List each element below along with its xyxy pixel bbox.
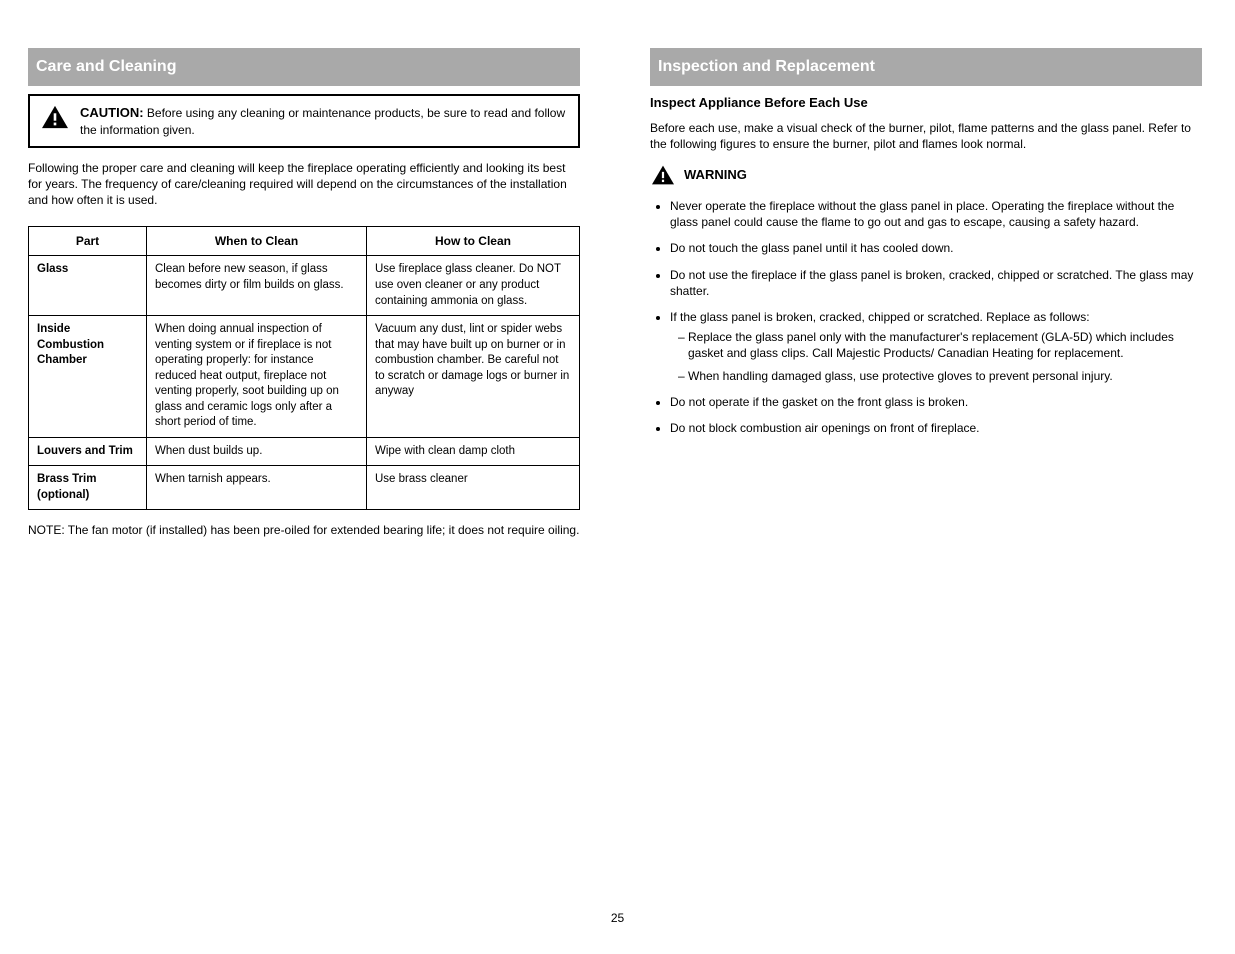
right-column: Inspection and Replacement Inspect Appli… [650, 48, 1202, 538]
fan-note: NOTE: The fan motor (if installed) has b… [28, 522, 580, 538]
caution-icon [40, 104, 70, 130]
section-title-left: Care and Cleaning [28, 48, 580, 86]
sub-bullet-list: Replace the glass panel only with the ma… [670, 329, 1202, 384]
care-intro: Following the proper care and cleaning w… [28, 160, 580, 209]
care-cleaning-table: Part When to Clean How to Clean Glass Cl… [28, 226, 580, 510]
warning-inline: WARNING [650, 164, 747, 186]
warning-label: WARNING [684, 166, 747, 184]
caution-text: CAUTION: Before using any cleaning or ma… [80, 104, 568, 138]
table-row: Inside Combustion Chamber When doing ann… [29, 316, 580, 438]
caution-label: CAUTION: [80, 105, 144, 120]
th-part: Part [29, 227, 147, 256]
cell-when: Clean before new season, if glass become… [147, 256, 367, 316]
table-row: Brass Trim (optional) When tarnish appea… [29, 466, 580, 510]
caution-body: Before using any cleaning or maintenance… [80, 106, 565, 137]
inspect-para: Before each use, make a visual check of … [650, 120, 1202, 152]
th-how: How to Clean [367, 227, 580, 256]
list-item: Do not use the fireplace if the glass pa… [670, 267, 1202, 299]
cell-when: When tarnish appears. [147, 466, 367, 510]
left-column: Care and Cleaning CAUTION: Before using … [28, 48, 580, 538]
section-title-right: Inspection and Replacement [650, 48, 1202, 86]
cell-when: When dust builds up. [147, 437, 367, 466]
list-item: Do not operate if the gasket on the fron… [670, 394, 1202, 410]
list-item: Never operate the fireplace without the … [670, 198, 1202, 230]
list-item: Do not block combustion air openings on … [670, 420, 1202, 436]
cell-when: When doing annual inspection of venting … [147, 316, 367, 438]
cell-how: Use brass cleaner [367, 466, 580, 510]
table-row: Louvers and Trim When dust builds up. Wi… [29, 437, 580, 466]
caution-box: CAUTION: Before using any cleaning or ma… [28, 94, 580, 148]
list-item: When handling damaged glass, use protect… [688, 368, 1202, 384]
inspect-subhead: Inspect Appliance Before Each Use [650, 94, 1202, 112]
cell-how: Wipe with clean damp cloth [367, 437, 580, 466]
warning-icon [650, 164, 676, 186]
page-number: 25 [611, 910, 624, 926]
list-item-text: If the glass panel is broken, cracked, c… [670, 310, 1090, 324]
list-item: Do not touch the glass panel until it ha… [670, 240, 1202, 256]
warning-bullet-list: Never operate the fireplace without the … [650, 198, 1202, 436]
table-header-row: Part When to Clean How to Clean [29, 227, 580, 256]
cell-part: Louvers and Trim [29, 437, 147, 466]
list-item: If the glass panel is broken, cracked, c… [670, 309, 1202, 384]
cell-how: Use fireplace glass cleaner. Do NOT use … [367, 256, 580, 316]
cell-part: Glass [29, 256, 147, 316]
table-row: Glass Clean before new season, if glass … [29, 256, 580, 316]
list-item: Replace the glass panel only with the ma… [688, 329, 1202, 361]
cell-part: Brass Trim (optional) [29, 466, 147, 510]
th-when: When to Clean [147, 227, 367, 256]
cell-how: Vacuum any dust, lint or spider webs tha… [367, 316, 580, 438]
cell-part: Inside Combustion Chamber [29, 316, 147, 438]
